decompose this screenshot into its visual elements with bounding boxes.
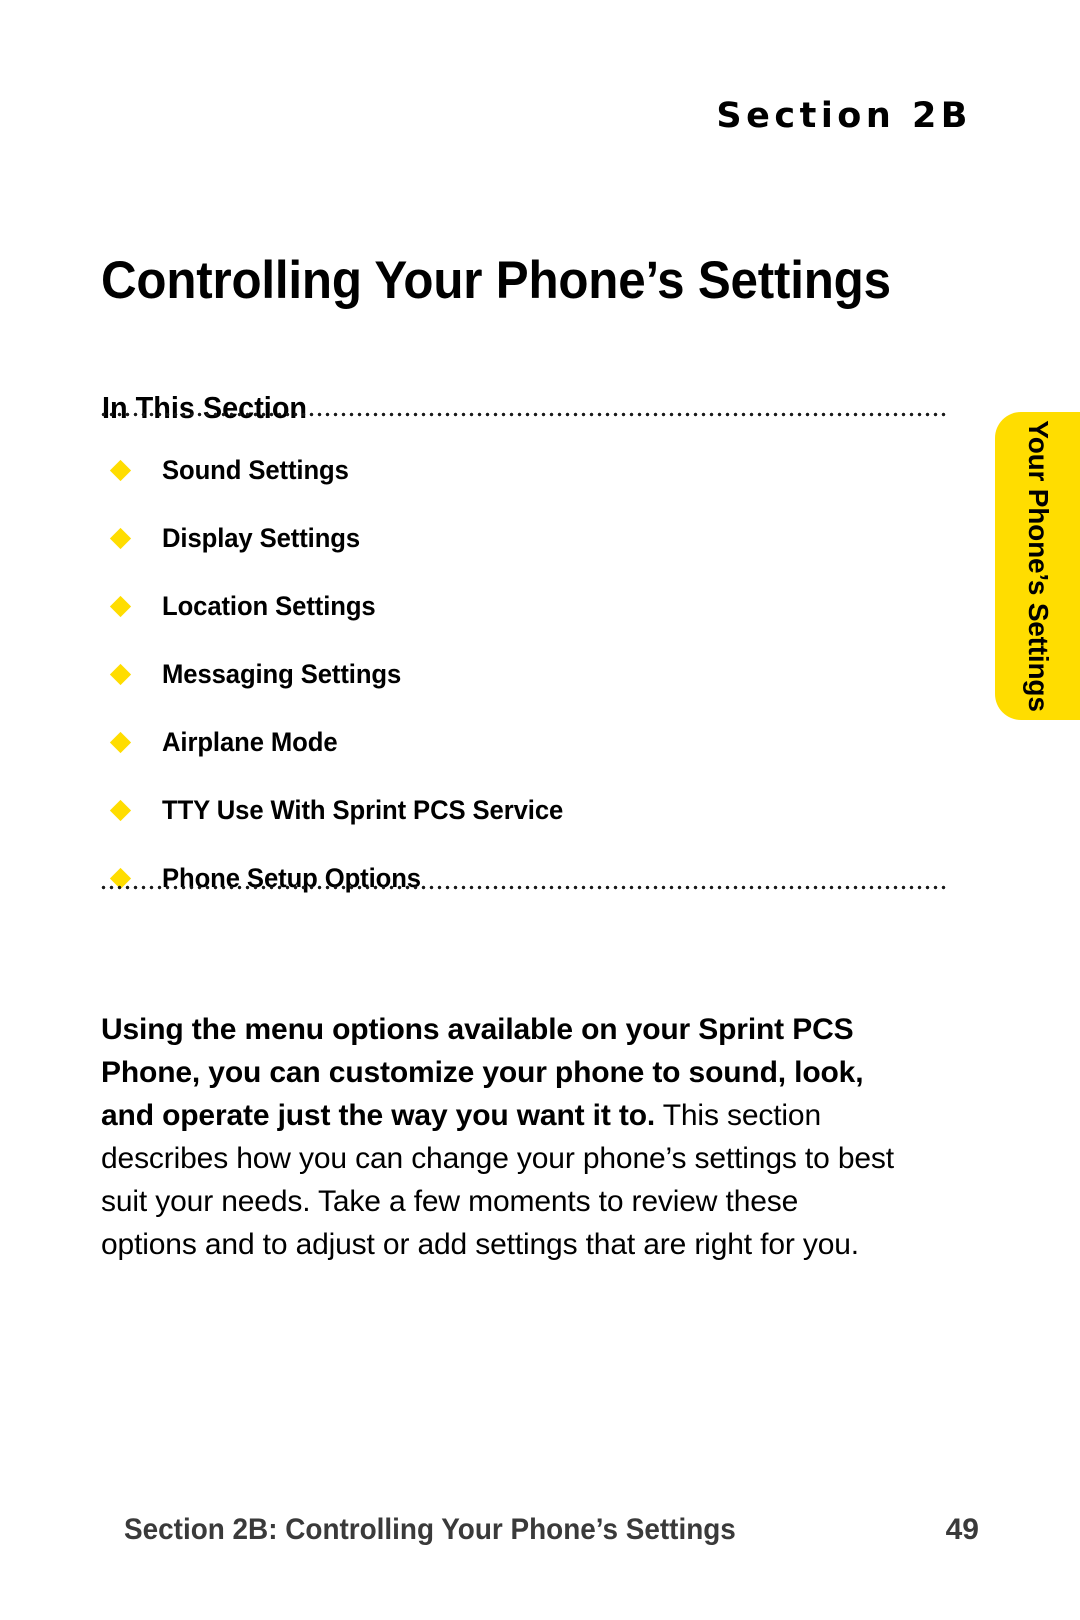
diamond-bullet-icon [109, 595, 132, 617]
diamond-bullet-icon [109, 663, 132, 685]
page-title: Controlling Your Phone’s Settings [101, 250, 891, 310]
list-item-label: Location Settings [162, 590, 376, 621]
list-item-label: TTY Use With Sprint PCS Service [162, 794, 564, 825]
section-label: Section 2B [716, 96, 972, 136]
list-item: Phone Setup Options [101, 844, 921, 912]
list-item-label: Display Settings [162, 522, 361, 553]
list-item: Location Settings [101, 572, 921, 640]
list-item: Messaging Settings [101, 640, 921, 708]
footer-section-title: Section 2B: Controlling Your Phone’s Set… [124, 1513, 736, 1546]
in-this-section-list: Sound Settings Display Settings Location… [101, 436, 921, 912]
section-thumb-tab-label: Your Phone’s Settings [1022, 420, 1054, 712]
list-item: Display Settings [101, 504, 921, 572]
page-footer: Section 2B: Controlling Your Phone’s Set… [101, 1513, 979, 1547]
page-number: 49 [945, 1513, 979, 1546]
diamond-bullet-icon [109, 527, 132, 549]
diamond-bullet-icon [109, 731, 132, 753]
list-item-label: Airplane Mode [162, 726, 338, 757]
diamond-bullet-icon [109, 459, 132, 481]
dotted-divider-top [101, 412, 946, 417]
list-item: Sound Settings [101, 436, 921, 504]
list-item-label: Sound Settings [162, 454, 349, 485]
in-this-section-heading: In This Section [102, 389, 308, 425]
diamond-bullet-icon [109, 799, 132, 821]
list-item: TTY Use With Sprint PCS Service [101, 776, 921, 844]
list-item-label: Messaging Settings [162, 658, 402, 689]
dotted-divider-bottom [101, 885, 946, 890]
list-item: Airplane Mode [101, 708, 921, 776]
section-thumb-tab: Your Phone’s Settings [995, 412, 1080, 720]
document-page: Section 2B Controlling Your Phone’s Sett… [0, 0, 1080, 1620]
intro-paragraph: Using the menu options available on your… [101, 1008, 901, 1266]
